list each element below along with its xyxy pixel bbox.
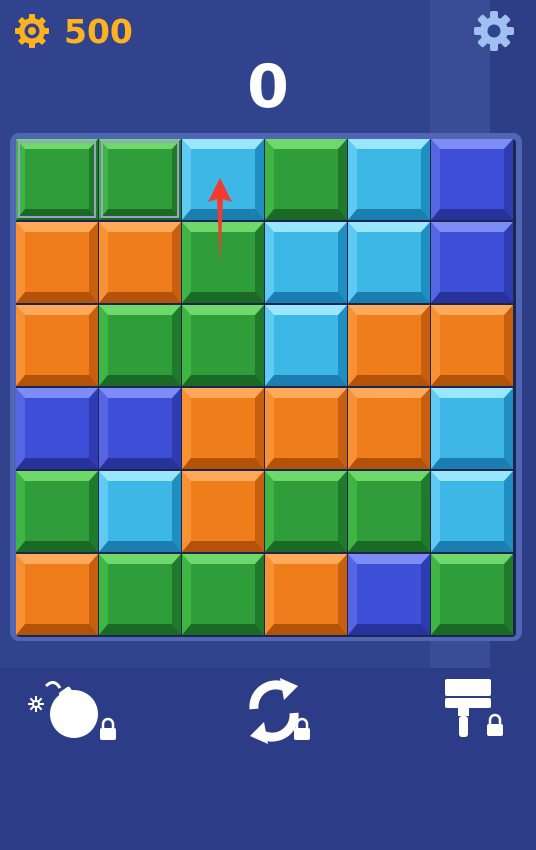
tile-orange[interactable]: [182, 388, 264, 469]
tile-orange[interactable]: [348, 305, 430, 386]
paint-roller-icon: [445, 679, 491, 737]
tile-cyan[interactable]: [265, 305, 347, 386]
tile-cyan[interactable]: [99, 471, 181, 552]
lock-icon: [100, 717, 116, 740]
coin-count: 500: [64, 12, 133, 51]
tile-orange[interactable]: [182, 471, 264, 552]
tile-green[interactable]: [16, 471, 98, 552]
tile-orange[interactable]: [16, 554, 98, 635]
tile-green[interactable]: [265, 139, 347, 220]
score: 0: [247, 52, 289, 122]
tile-green[interactable]: [182, 554, 264, 635]
tile-green[interactable]: [265, 471, 347, 552]
tile-green[interactable]: [99, 305, 181, 386]
shuffle-button[interactable]: [244, 676, 316, 746]
tile-blue[interactable]: [431, 139, 513, 220]
lock-icon: [294, 717, 310, 740]
tile-blue[interactable]: [16, 388, 98, 469]
tile-blue[interactable]: [431, 222, 513, 303]
tile-cyan[interactable]: [348, 222, 430, 303]
tile-orange[interactable]: [99, 222, 181, 303]
board-grid: [16, 139, 516, 637]
paint-button[interactable]: [440, 676, 510, 746]
tile-green[interactable]: [99, 139, 181, 220]
tile-orange[interactable]: [265, 554, 347, 635]
tile-green[interactable]: [99, 554, 181, 635]
tile-green[interactable]: [182, 305, 264, 386]
tile-green[interactable]: [16, 139, 98, 220]
coin-icon: [15, 14, 49, 48]
lock-icon: [487, 713, 503, 736]
tile-green[interactable]: [348, 471, 430, 552]
tile-orange[interactable]: [265, 388, 347, 469]
tile-cyan[interactable]: [348, 139, 430, 220]
tile-orange[interactable]: [16, 222, 98, 303]
tile-cyan[interactable]: [431, 388, 513, 469]
tile-orange[interactable]: [431, 305, 513, 386]
tile-orange[interactable]: [348, 388, 430, 469]
tile-cyan[interactable]: [431, 471, 513, 552]
tile-cyan[interactable]: [182, 139, 264, 220]
bomb-button[interactable]: [26, 676, 122, 746]
tile-green[interactable]: [182, 222, 264, 303]
gear-icon[interactable]: [472, 9, 516, 53]
bomb-icon: [28, 681, 98, 738]
tile-blue[interactable]: [348, 554, 430, 635]
tile-orange[interactable]: [16, 305, 98, 386]
tile-green[interactable]: [431, 554, 513, 635]
game-board: [10, 133, 522, 641]
tile-blue[interactable]: [99, 388, 181, 469]
tile-cyan[interactable]: [265, 222, 347, 303]
